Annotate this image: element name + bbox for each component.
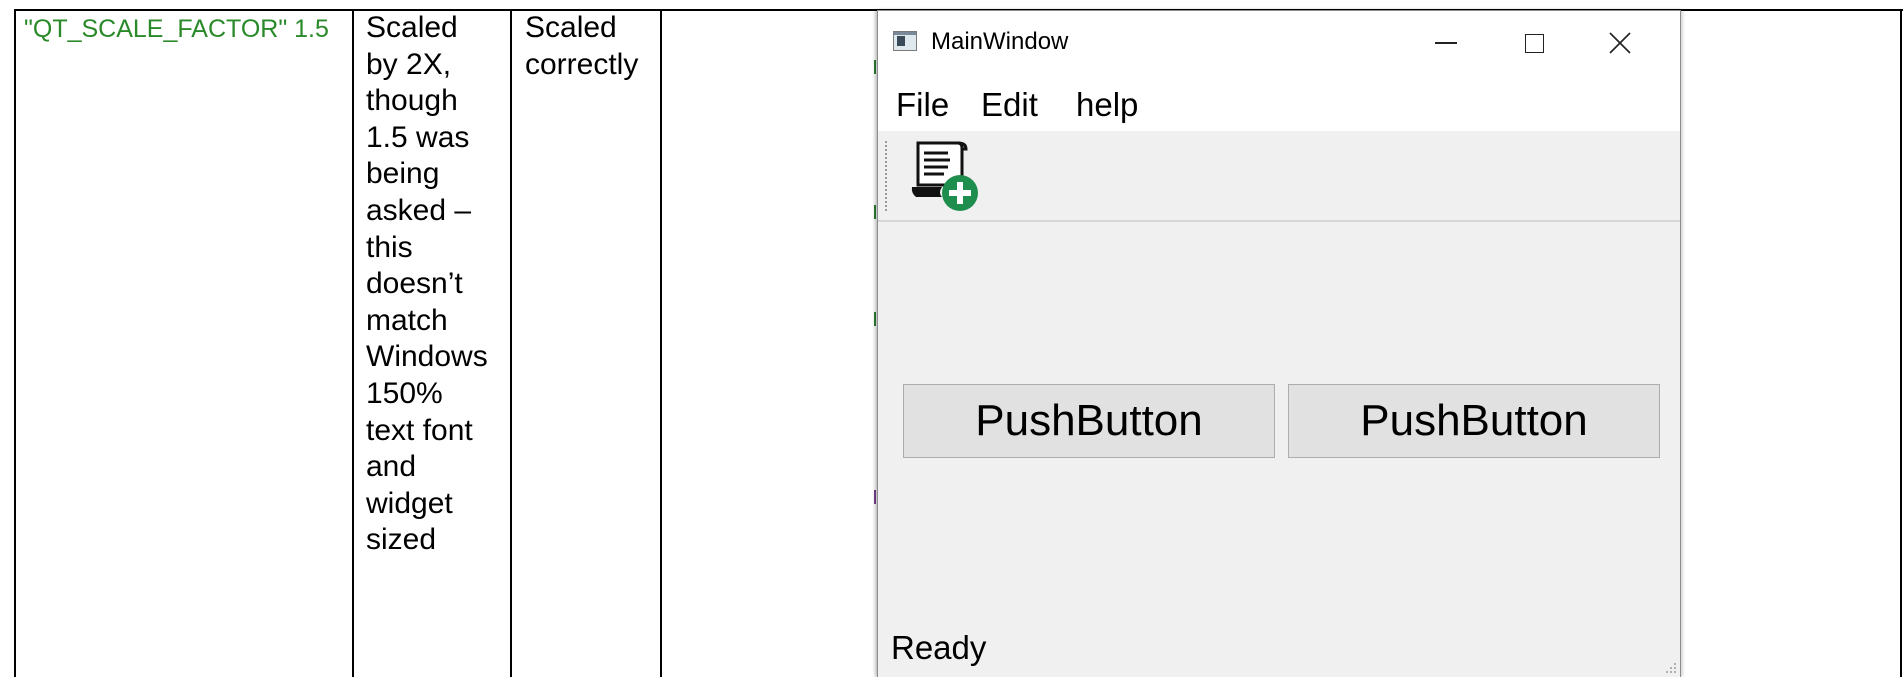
env-setting-text: "QT_SCALE_FACTOR" 1.5 [24, 15, 329, 43]
description-line: asked – [366, 193, 472, 227]
main-window: MainWindow File Edit help PushButton Pus… [877, 10, 1681, 677]
menu-edit[interactable]: Edit [981, 86, 1038, 124]
push-button-1[interactable]: PushButton [903, 384, 1275, 458]
description-line: text font [366, 413, 473, 447]
menu-bar: File Edit help [878, 73, 1680, 131]
scaling-result: Scaled correctly [525, 10, 638, 83]
description-line: widget [366, 486, 453, 520]
description-line: sized [366, 523, 437, 557]
maximize-button[interactable] [1504, 21, 1564, 65]
table-left-border [14, 9, 16, 677]
description-line: by 2X, [366, 47, 452, 81]
description-line: and [366, 450, 417, 484]
toolbar [878, 131, 1680, 222]
document-add-icon [911, 141, 978, 211]
result-line: Scaled [525, 11, 617, 44]
description-line: this [366, 230, 413, 264]
description-line: being [366, 157, 440, 191]
description-line: 1.5 was [366, 120, 470, 154]
description-line: though [366, 84, 458, 118]
table-right-border [1900, 9, 1902, 677]
description-line: match [366, 303, 448, 337]
column-divider-2 [510, 9, 512, 677]
close-icon [1609, 32, 1631, 54]
push-button-2[interactable]: PushButton [1288, 384, 1660, 458]
minimize-icon [1435, 42, 1457, 44]
menu-file[interactable]: File [896, 86, 949, 124]
column-divider-1 [352, 9, 354, 677]
toolbar-grip[interactable] [885, 141, 887, 211]
description-line: Windows [366, 340, 488, 374]
description-line: doesn’t [366, 267, 463, 301]
menu-help[interactable]: help [1076, 86, 1138, 124]
close-button[interactable] [1590, 21, 1650, 65]
maximize-icon [1524, 33, 1544, 53]
result-description: Scaled by 2X, though 1.5 was being asked… [366, 10, 488, 559]
size-grip-icon[interactable] [1663, 660, 1677, 674]
new-document-tool-button[interactable] [908, 139, 984, 215]
title-bar[interactable]: MainWindow [878, 11, 1680, 73]
status-bar-text: Ready [891, 629, 987, 666]
result-line: correctly [525, 47, 639, 81]
description-line: Scaled [366, 11, 458, 44]
column-divider-3 [660, 9, 662, 677]
minimize-button[interactable] [1416, 21, 1476, 65]
description-line: 150% [366, 376, 443, 410]
window-title: MainWindow [931, 28, 1069, 55]
app-window-icon [893, 31, 917, 51]
